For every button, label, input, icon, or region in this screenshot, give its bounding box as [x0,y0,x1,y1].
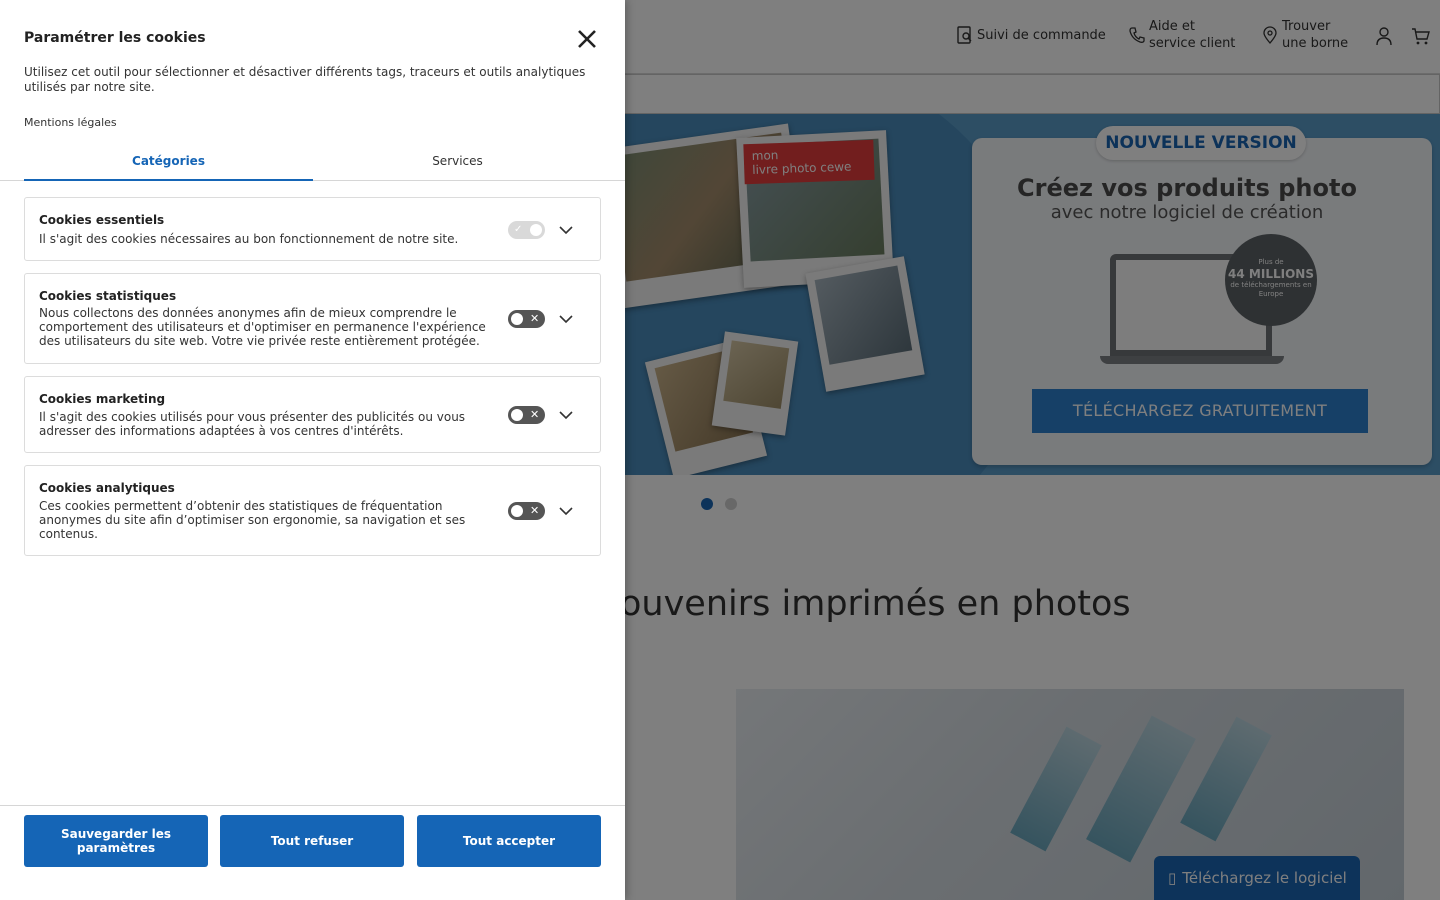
off-icon: ✕ [530,504,540,517]
analytics-toggle[interactable]: ✕ [508,502,545,520]
category-name: Cookies statistiques [39,289,177,303]
check-icon: ✓ [514,224,523,235]
category-name: Cookies marketing [39,392,166,406]
category-essential: Cookies essentiels Il s'agit des cookies… [24,197,601,261]
off-icon: ✕ [530,408,540,421]
chevron-down-icon[interactable] [558,407,574,423]
marketing-toggle[interactable]: ✕ [508,406,545,424]
save-settings-button[interactable]: Sauvegarder les paramètres [24,815,208,867]
category-name: Cookies analytiques [39,481,175,495]
tab-services[interactable]: Services [313,148,602,181]
essential-toggle: ✓ [508,221,545,239]
category-description: Ces cookies permettent d’obtenir des sta… [39,499,466,541]
off-icon: ✕ [530,312,540,325]
panel-footer: Sauvegarder les paramètres Tout refuser … [0,805,625,900]
category-description: Il s'agit des cookies utilisés pour vous… [39,410,466,438]
panel-title: Paramétrer les cookies [24,30,206,46]
chevron-down-icon[interactable] [558,222,574,238]
chevron-down-icon[interactable] [558,503,574,519]
category-analytics: Cookies analytiques Ces cookies permette… [24,465,601,556]
tab-categories[interactable]: Catégories [24,148,313,181]
close-icon[interactable] [575,27,599,51]
category-description: Il s'agit des cookies nécessaires au bon… [39,232,459,246]
statistics-toggle[interactable]: ✕ [508,310,545,328]
panel-tabs: Catégories Services [0,148,625,181]
category-description: Nous collectons des données anonymes afi… [39,306,486,348]
category-name: Cookies essentiels [39,213,165,227]
legal-notice-link[interactable]: Mentions légales [24,116,117,129]
chevron-down-icon[interactable] [558,311,574,327]
accept-all-button[interactable]: Tout accepter [417,815,601,867]
category-marketing: Cookies marketing Il s'agit des cookies … [24,376,601,453]
cookie-settings-panel: Paramétrer les cookies Utilisez cet outi… [0,0,625,900]
category-statistics: Cookies statistiques Nous collectons des… [24,273,601,364]
refuse-all-button[interactable]: Tout refuser [220,815,404,867]
panel-description: Utilisez cet outil pour sélectionner et … [24,65,586,94]
